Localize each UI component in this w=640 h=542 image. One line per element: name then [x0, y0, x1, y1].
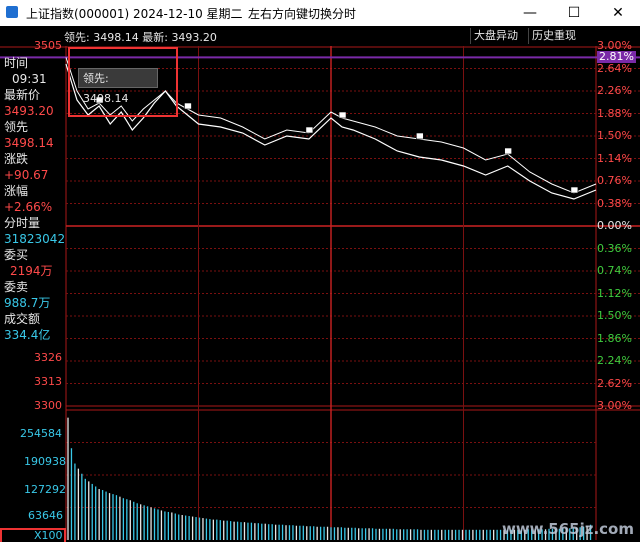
bid-label: 委买 [4, 248, 29, 262]
pct-axis-label: 2.24% [597, 354, 632, 367]
minimize-icon[interactable]: — [508, 0, 552, 26]
latest-label: 最新: [142, 31, 168, 44]
pct-axis-label: 1.50% [597, 309, 632, 322]
change-value: +90.67 [4, 168, 49, 182]
pct-axis-label: 1.50% [597, 129, 632, 142]
price-axis-bottom: 3300 [34, 399, 62, 412]
price-axis-top: 3505 [34, 39, 62, 52]
lead-marker [305, 126, 314, 134]
pct-axis-label: 0.74% [597, 264, 632, 277]
lead-marker [184, 102, 192, 110]
lead-marker [416, 132, 424, 140]
pct-axis-label: 0.76% [597, 174, 632, 187]
price-axis-label: 3313 [34, 375, 62, 388]
pct-axis-label: 1.12% [597, 286, 632, 300]
minute-volume-value: 31823042 [4, 232, 66, 246]
pct-axis-label: 1.88% [597, 106, 632, 120]
app-icon [6, 6, 18, 18]
window-title: 上证指数(000001) 2024-12-10 星期二 [26, 7, 243, 21]
lead-value: 3498.14 [93, 31, 139, 44]
annotation-box [0, 528, 66, 542]
maximize-icon[interactable]: ☐ [552, 0, 596, 26]
ask-value: 988.7万 [4, 296, 51, 310]
pct-axis-label: 2.62% [597, 376, 632, 390]
pct-axis-label: 1.86% [597, 331, 632, 345]
title-bar: 上证指数(000001) 2024-12-10 星期二 左右方向键切换分时 — … [0, 0, 640, 26]
pct-axis-label: 2.26% [597, 84, 632, 97]
pct-axis-label: 0.38% [597, 196, 632, 210]
chart-toolbar: 领先: 3498.14 最新: 3493.20 大盘异动 历史重现 [0, 27, 640, 46]
quote-summary: 领先: 3498.14 最新: 3493.20 [64, 29, 217, 45]
last-price-label: 最新价 [4, 88, 41, 102]
lead-marker [338, 111, 347, 119]
market-movement-button[interactable]: 大盘异动 [470, 28, 521, 44]
turnover-label: 成交额 [4, 312, 41, 326]
history-replay-button[interactable]: 历史重现 [528, 28, 579, 44]
volume-axis-label: 254584 [20, 427, 62, 440]
last-price-value: 3493.20 [4, 104, 54, 118]
turnover-value: 334.4亿 [4, 328, 51, 342]
bid-value: 2194万 [10, 264, 53, 278]
time-label: 时间 [4, 56, 29, 70]
ask-label: 委卖 [4, 280, 29, 294]
lead-value: 3498.14 [4, 136, 54, 150]
chart-grid [0, 46, 640, 540]
pct-axis-label: 1.14% [597, 151, 632, 165]
lead-marker [504, 147, 512, 155]
lead-label: 领先 [4, 120, 29, 134]
pct-axis-label: 2.64% [597, 61, 632, 75]
volume-axis-label: 190938 [24, 455, 66, 468]
minute-volume-label: 分时量 [4, 216, 41, 230]
keyboard-hint: 左右方向键切换分时 [248, 7, 357, 21]
change-label: 涨跌 [4, 152, 29, 166]
pct-axis-label: 0.36% [597, 241, 632, 255]
price-axis-label: 3326 [34, 351, 62, 364]
intraday-chart[interactable] [0, 46, 640, 542]
close-icon[interactable]: ✕ [596, 0, 640, 26]
lead-label: 领先: [64, 31, 90, 44]
volume-axis-label: 127292 [24, 483, 66, 496]
pct-axis-label: 3.00% [597, 399, 632, 412]
volume-axis-label: 63646 [28, 509, 63, 522]
change-pct-value: +2.66% [4, 200, 53, 214]
change-pct-label: 涨幅 [4, 184, 29, 198]
pct-axis-label: 0.00% [597, 219, 632, 232]
latest-value: 3493.20 [171, 31, 217, 44]
annotation-box [68, 47, 178, 117]
time-value: 09:31 [12, 72, 47, 86]
watermark: www.565jz.com [501, 520, 634, 538]
lead-marker [570, 186, 579, 194]
